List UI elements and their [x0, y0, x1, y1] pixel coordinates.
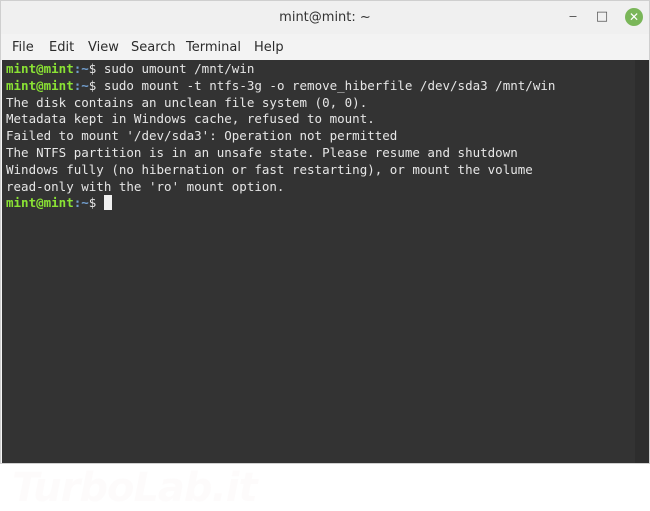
- close-button[interactable]: ✕: [625, 8, 643, 26]
- terminal-area[interactable]: mint@mint:~$ sudo umount /mnt/win mint@mi…: [2, 60, 635, 511]
- watermark-logo: TurboLab.it: [12, 465, 258, 511]
- command-line: mint@mint:~$: [6, 195, 555, 212]
- menu-view[interactable]: View: [88, 40, 119, 55]
- output-line: The disk contains an unclean file system…: [6, 94, 368, 110]
- vertical-scrollbar[interactable]: [635, 60, 649, 463]
- prompt-user: mint@mint: [6, 195, 74, 211]
- terminal-window: mint@mint: ~ ‒ □ ✕ File Edit View Search…: [0, 0, 650, 511]
- prompt-user: mint@mint: [6, 77, 74, 93]
- window-title: mint@mint: ~: [279, 10, 371, 25]
- menu-bar: File Edit View Search Terminal Help: [1, 34, 649, 60]
- terminal-output: mint@mint:~$ sudo umount /mnt/win mint@mi…: [6, 61, 555, 212]
- prompt-user: mint@mint: [6, 61, 74, 76]
- command-text: [96, 195, 104, 210]
- prompt-path: :~: [73, 77, 89, 93]
- prompt-path: :~: [73, 61, 89, 76]
- maximize-button[interactable]: □: [593, 8, 611, 26]
- text-cursor: [103, 195, 112, 211]
- command-text: sudo umount /mnt/win: [96, 61, 255, 76]
- prompt-path: :~: [73, 195, 89, 211]
- output-line: Windows fully (no hibernation or fast re…: [6, 161, 533, 177]
- command-line: mint@mint:~$ sudo mount -t ntfs-3g -o re…: [6, 78, 555, 95]
- menu-file[interactable]: File: [12, 40, 34, 55]
- output-line: The NTFS partition is in an unsafe state…: [6, 144, 518, 160]
- output-line: Metadata kept in Windows cache, refused …: [6, 111, 375, 127]
- menu-edit[interactable]: Edit: [49, 40, 74, 55]
- menu-search[interactable]: Search: [131, 40, 176, 55]
- command-text: sudo mount -t ntfs-3g -o remove_hiberfil…: [96, 77, 556, 93]
- menu-terminal[interactable]: Terminal: [186, 40, 241, 55]
- minimize-button[interactable]: ‒: [564, 8, 582, 26]
- menu-help[interactable]: Help: [254, 40, 284, 55]
- output-line: Failed to mount '/dev/sda3': Operation n…: [6, 128, 398, 144]
- command-line: mint@mint:~$ sudo umount /mnt/win: [6, 61, 555, 78]
- title-bar[interactable]: mint@mint: ~ ‒ □ ✕: [1, 1, 649, 34]
- output-line: read-only with the 'ro' mount option.: [6, 178, 285, 194]
